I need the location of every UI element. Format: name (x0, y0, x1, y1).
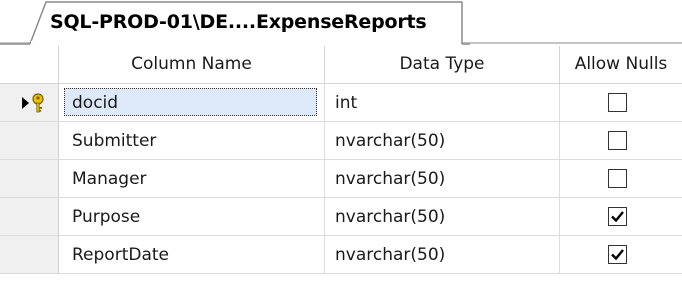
column-name-text[interactable]: docid (72, 84, 118, 121)
row-selector[interactable] (0, 236, 59, 274)
table-row[interactable]: ReportDate nvarchar(50) (0, 236, 682, 274)
allow-nulls-cell (560, 236, 682, 274)
column-name-cell[interactable]: Manager (59, 160, 325, 198)
column-name-cell[interactable]: Submitter (59, 122, 325, 160)
allow-nulls-checkbox[interactable] (608, 207, 627, 226)
column-name-cell[interactable]: Purpose (59, 198, 325, 236)
data-type-cell[interactable]: nvarchar(50) (325, 198, 560, 236)
allow-nulls-checkbox[interactable] (608, 131, 627, 150)
allow-nulls-checkbox[interactable] (608, 93, 627, 112)
table-row[interactable]: Manager nvarchar(50) (0, 160, 682, 198)
header-column-name[interactable]: Column Name (59, 46, 325, 83)
checkmark-icon (611, 249, 624, 261)
table-row[interactable]: Purpose nvarchar(50) (0, 198, 682, 236)
allow-nulls-cell (560, 84, 682, 122)
table-designer: SQL-PROD-01\DE....ExpenseReports Column … (0, 0, 682, 285)
row-selector[interactable] (0, 160, 59, 198)
checkmark-icon (611, 211, 624, 223)
allow-nulls-checkbox[interactable] (608, 245, 627, 264)
row-selector[interactable] (0, 84, 59, 122)
allow-nulls-checkbox[interactable] (608, 169, 627, 188)
data-type-cell[interactable]: nvarchar(50) (325, 122, 560, 160)
table-row[interactable]: Submitter nvarchar(50) (0, 122, 682, 160)
grid-header: Column Name Data Type Allow Nulls (0, 46, 682, 84)
data-type-cell[interactable]: int (325, 84, 560, 122)
header-data-type[interactable]: Data Type (325, 46, 560, 83)
header-allow-nulls[interactable]: Allow Nulls (560, 46, 682, 83)
allow-nulls-cell (560, 198, 682, 236)
table-row[interactable]: docid int (0, 84, 682, 122)
allow-nulls-cell (560, 122, 682, 160)
primary-key-icon (22, 93, 44, 113)
row-selector[interactable] (0, 198, 59, 236)
header-row-selector (0, 46, 59, 83)
allow-nulls-cell (560, 160, 682, 198)
document-tab-title[interactable]: SQL-PROD-01\DE....ExpenseReports (50, 11, 427, 33)
column-name-cell[interactable]: docid (59, 84, 325, 122)
document-tab-strip: SQL-PROD-01\DE....ExpenseReports (0, 0, 682, 46)
row-selector[interactable] (0, 122, 59, 160)
column-grid: Column Name Data Type Allow Nulls docid … (0, 46, 682, 285)
data-type-cell[interactable]: nvarchar(50) (325, 236, 560, 274)
data-type-cell[interactable]: nvarchar(50) (325, 160, 560, 198)
column-name-cell[interactable]: ReportDate (59, 236, 325, 274)
